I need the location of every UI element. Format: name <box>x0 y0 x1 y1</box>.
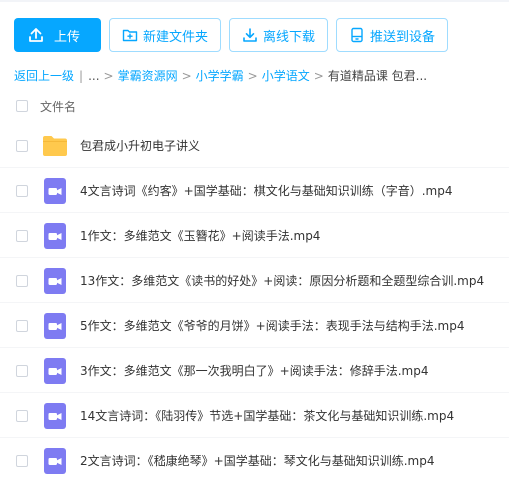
row-checkbox[interactable] <box>16 229 28 242</box>
device-icon <box>351 27 363 43</box>
file-name[interactable]: 包君成小升初电子讲义 <box>80 137 200 154</box>
offline-download-label: 离线下载 <box>263 29 316 45</box>
push-to-device-label: 推送到设备 <box>370 29 436 45</box>
file-name[interactable]: 4文言诗词《约客》+国学基础：棋文化与基础知识训练（字音）.mp4 <box>80 182 452 199</box>
breadcrumb-separator: > <box>313 68 324 83</box>
push-to-device-button[interactable]: 推送到设备 <box>336 18 449 52</box>
breadcrumb-item[interactable]: 小学学霸 <box>196 67 244 84</box>
select-all-checkbox[interactable] <box>16 100 28 112</box>
list-item[interactable]: 2文言诗词：《嵇康绝琴》+国学基础：琴文化与基础知识训练.mp4 <box>0 438 509 483</box>
filename-column-header[interactable]: 文件名 <box>40 98 76 115</box>
video-icon <box>42 356 68 386</box>
download-icon <box>243 28 257 42</box>
upload-button[interactable]: 上传 <box>14 18 101 52</box>
file-name[interactable]: 13作文：多维范文《读书的好处》+阅读：原因分析题和全题型综合训.mp4 <box>80 272 484 289</box>
list-item[interactable]: 包君成小升初电子讲义 <box>0 123 509 168</box>
video-icon <box>42 266 68 296</box>
row-checkbox[interactable] <box>16 319 28 332</box>
new-folder-button[interactable]: 新建文件夹 <box>109 18 222 52</box>
breadcrumb-item[interactable]: 小学语文 <box>262 67 310 84</box>
offline-download-button[interactable]: 离线下载 <box>229 18 329 52</box>
list-item[interactable]: 13作文：多维范文《读书的好处》+阅读：原因分析题和全题型综合训.mp4 <box>0 258 509 303</box>
breadcrumb-current: 有道精品课 包君... <box>327 69 428 83</box>
top-divider <box>0 0 509 2</box>
file-name[interactable]: 5作文：多维范文《爷爷的月饼》+阅读手法：表现手法与结构手法.mp4 <box>80 317 464 334</box>
file-name[interactable]: 2文言诗词：《嵇康绝琴》+国学基础：琴文化与基础知识训练.mp4 <box>80 452 434 469</box>
video-icon <box>42 401 68 431</box>
breadcrumb-pipe: | <box>79 68 84 83</box>
file-name[interactable]: 14文言诗词：《陆羽传》节选+国学基础：茶文化与基础知识训练.mp4 <box>80 407 454 424</box>
new-folder-icon <box>122 29 138 42</box>
row-checkbox[interactable] <box>16 364 28 377</box>
list-item[interactable]: 5作文：多维范文《爷爷的月饼》+阅读手法：表现手法与结构手法.mp4 <box>0 303 509 348</box>
breadcrumb-separator: > <box>247 68 258 83</box>
row-checkbox[interactable] <box>16 274 28 287</box>
video-icon <box>42 176 68 206</box>
folder-icon <box>42 131 68 161</box>
video-icon <box>42 221 68 251</box>
list-item[interactable]: 14文言诗词：《陆羽传》节选+国学基础：茶文化与基础知识训练.mp4 <box>0 393 509 438</box>
file-name[interactable]: 1作文：多维范文《玉簪花》+阅读手法.mp4 <box>80 227 320 244</box>
list-item[interactable]: 4文言诗词《约客》+国学基础：棋文化与基础知识训练（字音）.mp4 <box>0 168 509 213</box>
row-checkbox[interactable] <box>16 139 28 152</box>
row-checkbox[interactable] <box>16 184 28 197</box>
new-folder-label: 新建文件夹 <box>143 29 209 45</box>
video-icon <box>42 311 68 341</box>
breadcrumb-item[interactable]: 掌霸资源网 <box>118 67 178 84</box>
upload-label: 上传 <box>54 29 81 45</box>
toolbar: 上传 新建文件夹 离线下载 推送到设备 <box>14 18 449 52</box>
row-checkbox[interactable] <box>16 454 28 467</box>
breadcrumb-separator: > <box>103 68 114 83</box>
list-item[interactable]: 3作文：多维范文《那一次我明白了》+阅读手法：修辞手法.mp4 <box>0 348 509 393</box>
upload-icon <box>29 28 43 42</box>
list-header: 文件名 <box>16 98 76 114</box>
row-checkbox[interactable] <box>16 409 28 422</box>
breadcrumb: 返回上一级 | ... > 掌霸资源网 > 小学学霸 > 小学语文 > 有道精品… <box>14 67 427 84</box>
file-name[interactable]: 3作文：多维范文《那一次我明白了》+阅读手法：修辞手法.mp4 <box>80 362 428 379</box>
breadcrumb-separator: > <box>181 68 192 83</box>
back-link[interactable]: 返回上一级 <box>14 67 74 84</box>
list-item[interactable]: 1作文：多维范文《玉簪花》+阅读手法.mp4 <box>0 213 509 258</box>
breadcrumb-ellipsis[interactable]: ... <box>88 69 99 83</box>
video-icon <box>42 446 68 476</box>
file-list: 包君成小升初电子讲义 4文言诗词《约客》+国学基础：棋文化与基础知识训练（字音）… <box>0 123 509 483</box>
